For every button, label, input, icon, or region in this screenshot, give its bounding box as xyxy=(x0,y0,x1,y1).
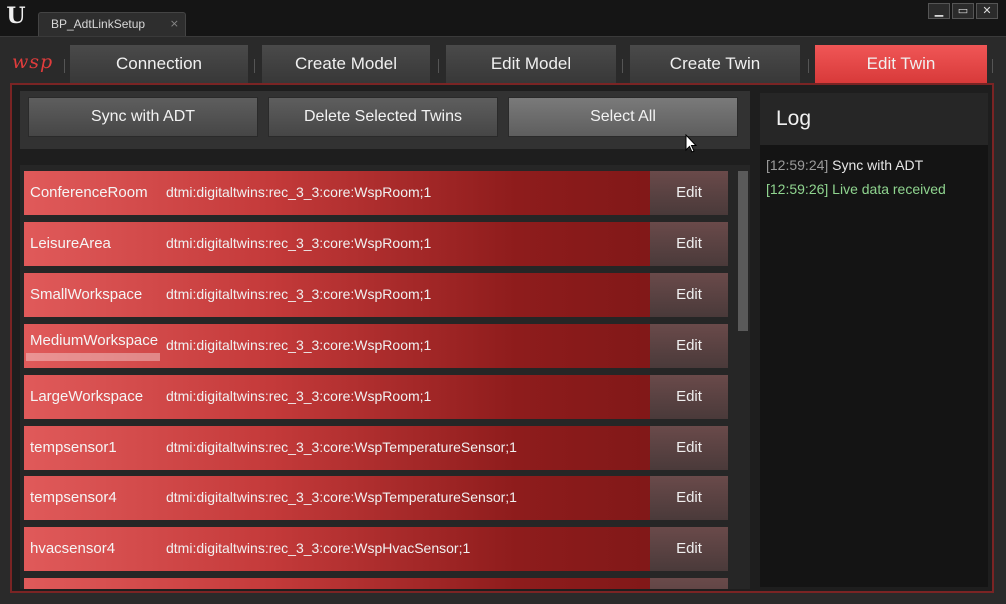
edit-twin-button[interactable]: Edit xyxy=(650,324,728,368)
tab-edit-twin[interactable]: Edit Twin xyxy=(815,45,987,83)
edit-twin-button[interactable]: Edit xyxy=(650,171,728,215)
twin-row[interactable]: ConferenceRoom dtmi:digitaltwins:rec_3_3… xyxy=(24,171,728,215)
nav-separator xyxy=(254,59,255,73)
maximize-button[interactable]: ▭ xyxy=(952,3,974,19)
twin-name: tempsensor4 xyxy=(30,489,117,506)
log-message: Live data received xyxy=(832,181,946,197)
twin-name: LeisureArea xyxy=(30,235,111,252)
twin-row[interactable]: hvacsensor4 dtmi:digitaltwins:rec_3_3:co… xyxy=(24,527,728,571)
nav-separator xyxy=(64,59,65,73)
twin-name: MediumWorkspace xyxy=(30,332,159,349)
twin-name: ConferenceRoom xyxy=(30,184,148,201)
edit-twin-button[interactable]: Edit xyxy=(650,273,728,317)
twin-name: hvacsensor4 xyxy=(30,540,116,557)
twin-name: tempsensor1 xyxy=(30,439,117,456)
action-toolbar: Sync with ADT Delete Selected Twins Sele… xyxy=(20,91,750,149)
delete-selected-twins-button[interactable]: Delete Selected Twins xyxy=(268,97,498,137)
list-scrollbar[interactable] xyxy=(738,171,748,331)
log-header: Log xyxy=(760,93,988,145)
nav-separator xyxy=(808,59,809,73)
twin-row[interactable]: tempsensor1 dtmi:digitaltwins:rec_3_3:co… xyxy=(24,426,728,470)
twin-model-id: dtmi:digitaltwins:rec_3_3:core:WspRoom;1 xyxy=(166,184,432,200)
tab-close-icon[interactable]: × xyxy=(170,17,179,30)
close-button[interactable]: ✕ xyxy=(976,3,998,19)
main-frame: wsp Connection Create Model Edit Model C… xyxy=(0,36,1006,604)
tab-create-twin[interactable]: Create Twin xyxy=(630,45,800,83)
twin-model-id: dtmi:digitaltwins:rec_3_3:core:WspRoom;1 xyxy=(166,235,432,251)
edit-twin-button[interactable]: Edit xyxy=(650,476,728,520)
twin-model-id: dtmi:digitaltwins:rec_3_3:core:WspRoom;1 xyxy=(166,388,432,404)
log-message: Sync with ADT xyxy=(832,157,924,173)
twin-row-selected[interactable]: MediumWorkspace dtmi:digitaltwins:rec_3_… xyxy=(24,324,728,368)
mouse-cursor-icon xyxy=(685,134,697,153)
edit-twin-panel: Sync with ADT Delete Selected Twins Sele… xyxy=(10,83,994,593)
twin-name: SmallWorkspace xyxy=(30,286,143,303)
twin-model-id: dtmi:digitaltwins:rec_3_3:core:WspTemper… xyxy=(166,439,517,455)
twin-model-id: dtmi:digitaltwins:rec_3_3:core:WspRoom;1 xyxy=(166,337,432,353)
log-entry: [12:59:26] Live data received xyxy=(766,181,946,197)
twin-list[interactable]: ConferenceRoom dtmi:digitaltwins:rec_3_3… xyxy=(20,165,750,589)
twin-row[interactable]: SmallWorkspace dtmi:digitaltwins:rec_3_3… xyxy=(24,273,728,317)
unreal-logo-icon: U xyxy=(6,3,26,29)
nav-separator xyxy=(438,59,439,73)
log-panel: Log [12:59:24] Sync with ADT [12:59:26] … xyxy=(760,93,988,587)
selection-highlight xyxy=(26,353,160,361)
tab-connection[interactable]: Connection xyxy=(70,45,248,83)
twin-model-id: dtmi:digitaltwins:rec_3_3:core:WspRoom;1 xyxy=(166,286,432,302)
twin-name: LargeWorkspace xyxy=(30,388,144,405)
twin-row-partial[interactable] xyxy=(24,578,728,589)
twin-model-id: dtmi:digitaltwins:rec_3_3:core:WspHvacSe… xyxy=(166,540,471,556)
window-controls: ▁ ▭ ✕ xyxy=(928,3,998,19)
log-entry: [12:59:24] Sync with ADT xyxy=(766,157,923,173)
edit-twin-button[interactable] xyxy=(650,578,728,589)
twin-model-id: dtmi:digitaltwins:rec_3_3:core:WspTemper… xyxy=(166,489,517,505)
tab-edit-model[interactable]: Edit Model xyxy=(446,45,616,83)
edit-twin-button[interactable]: Edit xyxy=(650,375,728,419)
title-bar: U BP_AdtLinkSetup × ▁ ▭ ✕ xyxy=(0,0,1006,36)
edit-twin-button[interactable]: Edit xyxy=(650,222,728,266)
nav-separator xyxy=(622,59,623,73)
log-title: Log xyxy=(776,107,812,130)
twin-row[interactable]: LeisureArea dtmi:digitaltwins:rec_3_3:co… xyxy=(24,222,728,266)
sync-with-adt-button[interactable]: Sync with ADT xyxy=(28,97,258,137)
tab-create-model[interactable]: Create Model xyxy=(262,45,430,83)
log-timestamp: [12:59:24] xyxy=(766,157,829,173)
nav-separator xyxy=(992,59,993,73)
twin-row[interactable]: LargeWorkspace dtmi:digitaltwins:rec_3_3… xyxy=(24,375,728,419)
minimize-button[interactable]: ▁ xyxy=(928,3,950,19)
document-tab[interactable]: BP_AdtLinkSetup × xyxy=(38,12,186,36)
twin-row[interactable]: tempsensor4 dtmi:digitaltwins:rec_3_3:co… xyxy=(24,476,728,520)
log-timestamp: [12:59:26] xyxy=(766,181,829,197)
edit-twin-button[interactable]: Edit xyxy=(650,527,728,571)
document-tab-title: BP_AdtLinkSetup xyxy=(51,17,146,31)
select-all-button[interactable]: Select All xyxy=(508,97,738,137)
edit-twin-button[interactable]: Edit xyxy=(650,426,728,470)
wsp-logo: wsp xyxy=(12,51,54,73)
